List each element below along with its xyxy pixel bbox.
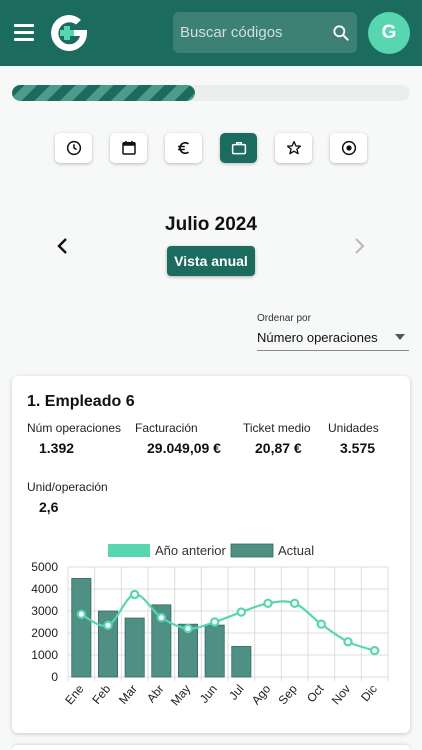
x-tick-label: Sep — [276, 682, 301, 708]
avatar[interactable]: G — [368, 12, 410, 54]
point-Dic — [369, 645, 380, 656]
search-placeholder: Buscar códigos — [180, 24, 283, 41]
x-tick-label: Oct — [304, 681, 327, 705]
point-Nov — [343, 637, 353, 647]
search-icon[interactable] — [331, 23, 351, 43]
tab-briefcase[interactable] — [220, 133, 257, 163]
point-Abr — [156, 612, 167, 623]
point-Oct — [316, 619, 327, 629]
legend-swatch-current — [230, 543, 274, 558]
x-tick-label: Jul — [226, 682, 247, 703]
euro-icon — [177, 141, 189, 155]
progress-fill — [12, 85, 196, 101]
tab-calendar[interactable] — [110, 133, 147, 163]
chevron-left-icon[interactable] — [54, 236, 72, 256]
sort-value: Número operaciones — [257, 330, 378, 345]
x-tick-label: Ene — [62, 682, 87, 708]
billing-value: 29.049,09 € — [147, 440, 221, 456]
app-logo[interactable] — [48, 12, 90, 54]
unitop-value: 2,6 — [39, 499, 59, 515]
bar-Ene — [71, 578, 92, 678]
next-card-edge — [12, 745, 410, 750]
point-Jul — [236, 607, 247, 617]
x-tick-label: Feb — [89, 682, 113, 707]
y-tick-label: 2000 — [31, 626, 58, 640]
legend-label-current: Actual — [278, 543, 314, 558]
point-Sep — [289, 598, 300, 609]
star-icon — [286, 140, 301, 155]
briefcase-icon — [231, 142, 246, 155]
units-label: Unidades — [328, 421, 379, 435]
point-Mar — [129, 589, 140, 600]
point-May — [183, 623, 193, 634]
x-tick-label: Mar — [116, 682, 140, 707]
bar-Mar — [124, 617, 145, 678]
monthly-chart: 0 1000 2000 3000 4000 5000 Ene Feb Mar Abr May Jun J… — [31, 543, 389, 708]
y-tick-label: 5000 — [31, 560, 58, 574]
y-tick-label: 1000 — [31, 648, 58, 662]
x-tick-label: Ago — [249, 682, 274, 708]
employee-title: 1. Empleado 6 — [27, 393, 135, 410]
tab-euro[interactable] — [165, 133, 202, 163]
legend-label-previous-year: Año anterior — [155, 543, 226, 558]
app-header: Buscar códigos G — [0, 0, 422, 66]
annual-view-button[interactable]: Vista anual — [167, 246, 255, 276]
ticket-label: Ticket medio — [243, 421, 311, 435]
x-tick-label: Nov — [329, 682, 353, 707]
record-icon — [341, 140, 356, 156]
bar-Jul — [231, 646, 252, 678]
x-tick-label: Dic — [358, 682, 380, 704]
calendar-icon — [121, 140, 136, 155]
billing-label: Facturación — [135, 421, 198, 435]
unitop-label: Unid/operación — [27, 480, 108, 494]
point-Jun — [209, 617, 220, 627]
ops-value: 1.392 — [39, 440, 75, 456]
period-title: Julio 2024 — [165, 214, 257, 235]
units-value: 3.575 — [340, 440, 376, 456]
tab-record[interactable] — [330, 133, 367, 163]
x-tick-label: Abr — [144, 682, 167, 705]
tab-star[interactable] — [275, 133, 312, 163]
legend-swatch-previous-year — [108, 544, 150, 557]
ops-label: Núm operaciones — [27, 421, 122, 435]
bar-Jun — [204, 624, 225, 678]
y-tick-label: 0 — [51, 670, 58, 684]
point-Ene — [76, 609, 87, 620]
tab-clock[interactable] — [55, 133, 92, 163]
menu-icon[interactable] — [14, 24, 34, 41]
x-tick-label: May — [168, 682, 193, 708]
clock-icon — [66, 140, 81, 156]
point-Feb — [103, 620, 113, 631]
x-tick-label: Jun — [197, 682, 220, 706]
ticket-value: 20,87 € — [255, 440, 302, 456]
caret-down-icon — [395, 334, 405, 340]
y-tick-label: 3000 — [31, 604, 58, 618]
point-Ago — [263, 598, 273, 609]
sort-select[interactable]: Número operaciones — [257, 328, 409, 351]
y-tick-label: 4000 — [31, 582, 58, 596]
search-input[interactable]: Buscar códigos — [173, 12, 357, 53]
chevron-right-icon[interactable] — [350, 236, 368, 256]
sort-label: Ordenar por — [257, 313, 311, 324]
progress-bar — [12, 85, 410, 101]
